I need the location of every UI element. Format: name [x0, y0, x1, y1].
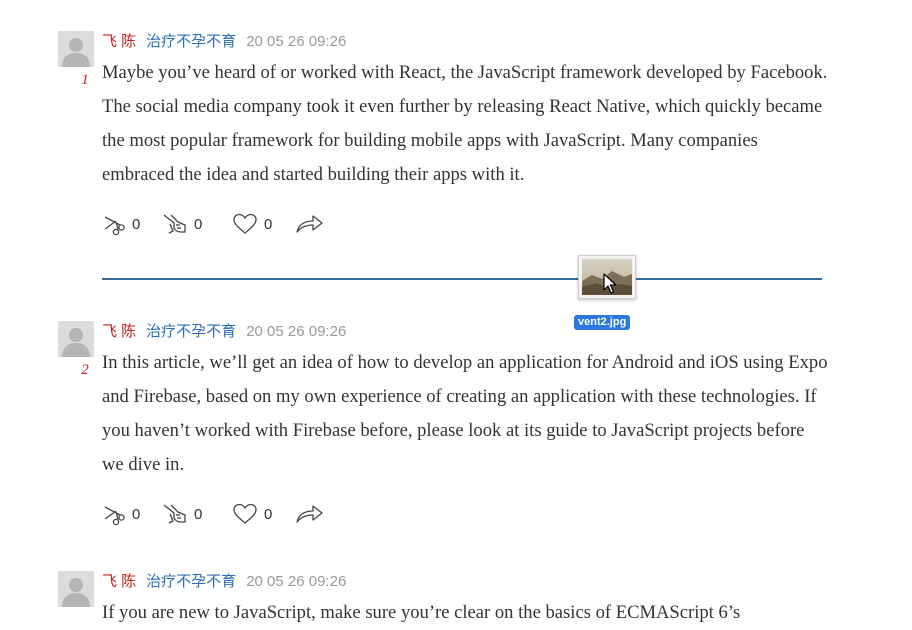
- avatar-placeholder-icon: [58, 321, 94, 357]
- like-count: 0: [264, 505, 273, 523]
- post-body: In this article, we’ll get an idea of ho…: [102, 352, 828, 475]
- post-timestamp: 20 05 26 09:26: [246, 323, 347, 340]
- like-count: 0: [264, 215, 273, 233]
- point-count: 0: [194, 505, 203, 523]
- post-actions: 0 0 0: [102, 500, 334, 528]
- board-link[interactable]: 治疗不孕不育: [146, 323, 236, 340]
- point-button[interactable]: 0: [162, 210, 232, 238]
- pointer-cursor-icon: [603, 273, 617, 294]
- board-link[interactable]: 治疗不孕不育: [146, 573, 236, 590]
- share-arrow-icon: [296, 215, 323, 233]
- share-arrow-icon: [296, 505, 323, 523]
- avatar-placeholder-icon: [58, 31, 94, 67]
- avatar[interactable]: [58, 31, 94, 67]
- pointing-hand-icon: [163, 214, 186, 234]
- board-link[interactable]: 治疗不孕不育: [146, 33, 236, 50]
- post-body: If you are new to JavaScript, make sure …: [102, 602, 741, 623]
- point-button[interactable]: 0: [162, 500, 232, 528]
- author-link[interactable]: 飞 陈: [102, 573, 136, 590]
- heart-icon: [233, 503, 257, 524]
- post-actions: 0 0 0: [102, 210, 334, 238]
- cut-count: 0: [132, 505, 141, 523]
- pointing-hand-icon: [163, 504, 186, 524]
- post-timestamp: 20 05 26 09:26: [246, 573, 347, 590]
- share-button[interactable]: [294, 210, 334, 238]
- post-body: Maybe you’ve heard of or worked with Rea…: [102, 62, 828, 185]
- post-meta: 飞 陈治疗不孕不育 20 05 26 09:26: [102, 32, 346, 52]
- avatar[interactable]: [58, 571, 94, 607]
- scissors-icon: [104, 506, 125, 526]
- post-divider: [102, 278, 822, 280]
- avatar-placeholder-icon: [58, 571, 94, 607]
- post-meta: 飞 陈治疗不孕不育 20 05 26 09:26: [102, 322, 346, 342]
- author-link[interactable]: 飞 陈: [102, 323, 136, 340]
- post-timestamp: 20 05 26 09:26: [246, 33, 347, 50]
- share-button[interactable]: [294, 500, 334, 528]
- floor-number: 2: [81, 362, 89, 378]
- author-link[interactable]: 飞 陈: [102, 33, 136, 50]
- cut-count: 0: [132, 215, 141, 233]
- avatar[interactable]: [58, 321, 94, 357]
- post-meta: 飞 陈治疗不孕不育 20 05 26 09:26: [102, 572, 346, 592]
- heart-icon: [233, 213, 257, 234]
- like-button[interactable]: 0: [232, 210, 294, 238]
- dragged-file-name: vent2.jpg: [574, 315, 631, 330]
- floor-number: 1: [81, 72, 89, 88]
- cut-button[interactable]: 0: [102, 210, 162, 238]
- like-button[interactable]: 0: [232, 500, 294, 528]
- cut-button[interactable]: 0: [102, 500, 162, 528]
- scissors-icon: [104, 216, 125, 236]
- point-count: 0: [194, 215, 203, 233]
